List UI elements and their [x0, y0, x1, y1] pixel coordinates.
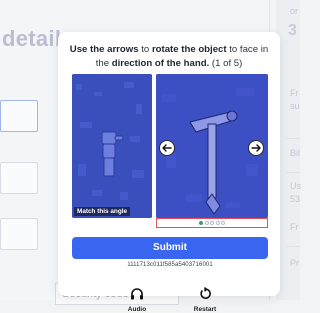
hand-illustration	[72, 74, 152, 218]
audio-label: Audio	[127, 306, 147, 313]
summary-text: Pr	[290, 258, 299, 268]
reference-hand-image: Match this angle	[72, 74, 152, 218]
restart-icon	[200, 286, 211, 299]
rotate-right-button[interactable]	[248, 140, 264, 156]
instruction-progress-text: (1 of 5)	[209, 58, 243, 69]
divider	[286, 246, 300, 247]
divider	[286, 172, 300, 173]
progress-dot	[204, 221, 209, 225]
session-id: 1111713c011f585a5403716001	[127, 262, 213, 268]
instruction-text: to	[138, 44, 152, 55]
restart-button[interactable]: Restart	[185, 286, 225, 313]
instruction-emphasis: rotate the object	[151, 44, 227, 55]
summary-heading: 3	[288, 22, 297, 39]
summary-text: Fr	[290, 88, 299, 98]
instruction-emphasis: Use the arrows	[69, 44, 139, 55]
summary-text: su	[290, 101, 300, 111]
rotate-left-button[interactable]	[159, 140, 175, 156]
progress-dot	[199, 221, 203, 225]
restart-label: Restart	[193, 306, 217, 313]
match-angle-label: Match this angle	[74, 207, 131, 216]
instruction-emphasis: direction of the hand.	[111, 58, 210, 69]
captcha-modal: Use the arrows to rotate the object to f…	[58, 32, 280, 313]
background-input-field[interactable]	[0, 100, 38, 132]
audio-button[interactable]: Audio	[117, 287, 157, 313]
divider	[286, 138, 300, 139]
summary-text: Fr	[290, 222, 299, 232]
headphones-icon	[131, 288, 143, 300]
submit-button[interactable]: Submit	[72, 237, 268, 259]
captcha-instructions: Use the arrows to rotate the object to f…	[64, 43, 274, 71]
arrow-right-icon	[251, 144, 261, 152]
background-input-field[interactable]	[0, 162, 38, 194]
summary-text: Us	[290, 181, 301, 191]
background-input-field[interactable]	[0, 218, 38, 250]
summary-text: 53	[290, 194, 301, 204]
progress-dot	[210, 221, 214, 225]
progress-indicator	[156, 218, 268, 228]
arrow-left-icon	[162, 144, 172, 152]
progress-dot	[215, 221, 220, 225]
summary-text: or	[290, 6, 299, 16]
summary-text: Bil	[290, 148, 301, 158]
progress-dot	[221, 221, 225, 225]
